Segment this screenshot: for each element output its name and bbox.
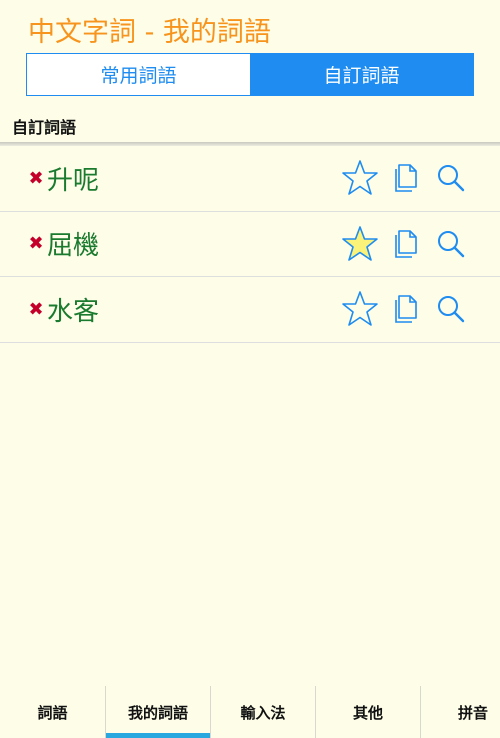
- search-icon[interactable]: [431, 158, 471, 198]
- star-icon[interactable]: [340, 289, 380, 329]
- tab-input-method[interactable]: 輸入法: [210, 686, 315, 738]
- copy-icon[interactable]: [386, 289, 426, 329]
- word-text: 升呢: [47, 165, 100, 196]
- word-text: 屈機: [47, 231, 100, 262]
- word-row[interactable]: ✖ 屈機: [0, 212, 500, 277]
- delete-icon[interactable]: ✖: [28, 299, 44, 320]
- segmented-control: 常用詞語 自訂詞語: [26, 53, 474, 96]
- tab-other[interactable]: 其他: [315, 686, 420, 738]
- bottom-tab-bar: 詞語 我的詞語 輸入法 其他 拼音: [0, 686, 500, 738]
- word-row[interactable]: ✖ 水客: [0, 277, 500, 343]
- copy-icon[interactable]: [386, 158, 426, 198]
- search-icon[interactable]: [431, 289, 471, 329]
- delete-icon[interactable]: ✖: [28, 168, 44, 189]
- delete-icon[interactable]: ✖: [28, 233, 44, 254]
- segment-common-words[interactable]: 常用詞語: [27, 54, 250, 95]
- app-title: 中文字詞 - 我的詞語: [28, 17, 271, 48]
- section-header: 自訂詞語: [12, 118, 77, 137]
- segment-custom-words[interactable]: 自訂詞語: [250, 54, 473, 95]
- word-row[interactable]: ✖ 升呢: [0, 146, 500, 212]
- tab-words[interactable]: 詞語: [0, 686, 105, 738]
- star-icon[interactable]: [340, 224, 380, 264]
- word-text: 水客: [47, 296, 100, 327]
- tab-pinyin[interactable]: 拼音: [420, 686, 500, 738]
- copy-icon[interactable]: [386, 224, 426, 264]
- tab-my-words[interactable]: 我的詞語: [105, 686, 210, 738]
- star-icon[interactable]: [340, 158, 380, 198]
- word-list: ✖ 升呢 ✖ 屈機 ✖ 水客: [0, 146, 500, 343]
- search-icon[interactable]: [431, 224, 471, 264]
